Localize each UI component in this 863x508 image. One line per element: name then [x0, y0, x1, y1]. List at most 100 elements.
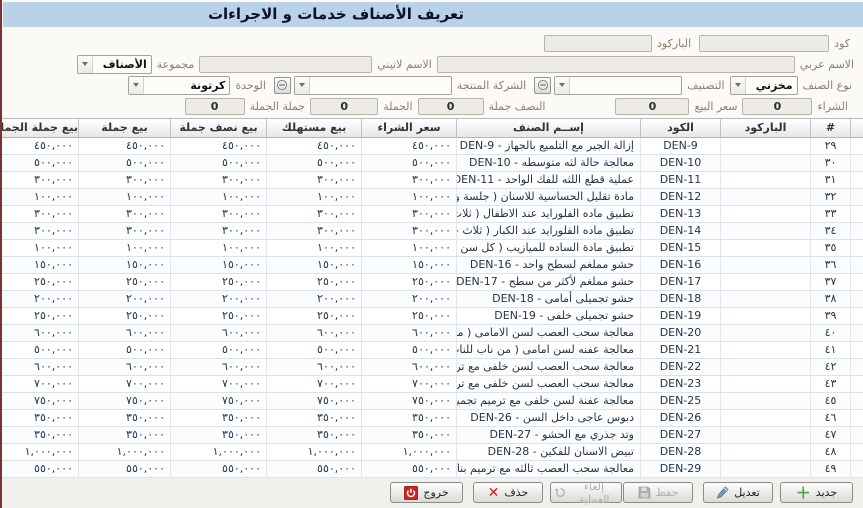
wholesale-price-cell: ١٠٠,٠٠٠: [78, 240, 170, 257]
table-row[interactable]: ٤٥DEN-25معالجة عفنة لسن خلفى مع ترميم تج…: [0, 393, 863, 410]
bulk-wholesale-price-cell: ٢٠٠,٠٠٠: [0, 291, 78, 308]
half-wholesale-price-cell: ٢٥٠,٠٠٠: [170, 274, 266, 291]
table-row[interactable]: ٤٢DEN-22معالجة سحب العصب لسن خلفى مع ترم…: [0, 359, 863, 376]
code-cell: DEN-26: [640, 410, 720, 427]
code-cell: DEN-20: [640, 325, 720, 342]
item-type-select[interactable]: مخزني: [730, 76, 798, 95]
column-header[interactable]: الكود: [640, 119, 720, 138]
wholesale-input[interactable]: [310, 98, 378, 115]
bulk-wholesale-price-cell: ٧٠٠,٠٠٠: [0, 376, 78, 393]
arabic-name-input[interactable]: [437, 56, 795, 73]
row-indicator-cell: [850, 376, 863, 393]
table-row[interactable]: ٤٣DEN-23معالجة سحب العصب لسن خلفى مع ترم…: [0, 376, 863, 393]
latin-name-input[interactable]: [199, 56, 372, 73]
table-row[interactable]: ٢٩DEN-9إزالة الجير مع التلميع بالجهاز - …: [0, 138, 863, 155]
purchase-price-cell: ٣٥٠,٠٠٠: [361, 427, 456, 444]
table-row[interactable]: ٤٨DEN-28تبيض الاسنان للفكين - DEN-28١,٠٠…: [0, 444, 863, 461]
purchase-price-cell: ١٥٠,٠٠٠: [361, 257, 456, 274]
column-header[interactable]: بيع جملة الجملة: [0, 119, 78, 138]
row-number-cell: ٣٥: [810, 240, 850, 257]
barcode-cell: [720, 291, 810, 308]
row-indicator-cell: [850, 172, 863, 189]
sale-price-input[interactable]: [615, 98, 689, 115]
group-label: مجموعة: [157, 58, 195, 71]
barcode-cell: [720, 359, 810, 376]
table-row[interactable]: ٣٥DEN-15تطبيق مادة الساده للميازيب ( كل …: [0, 240, 863, 257]
item-name-cell: معالجة سحب العصب لسن الامامى ( من الناب …: [456, 325, 640, 342]
table-row[interactable]: ٤٦DEN-26دبوس عاجى داخل السن - DEN-26٣٥٠,…: [0, 410, 863, 427]
row-indicator-cell: [850, 325, 863, 342]
window-titlebar: تعريف الأصناف خدمات و الاجراءات: [3, 2, 863, 27]
row-number-cell: ٤٣: [810, 376, 850, 393]
barcode-cell: [720, 257, 810, 274]
consumer-price-cell: ١٥٠,٠٠٠: [266, 257, 361, 274]
row-number-cell: ٣١: [810, 172, 850, 189]
consumer-price-cell: ٥٥٠,٠٠٠: [266, 461, 361, 478]
delete-button[interactable]: ✕ حذف: [473, 482, 543, 503]
unit-selected-value: كرتونة: [144, 79, 229, 92]
producer-add-button[interactable]: [274, 77, 291, 94]
wholesale-price-cell: ٦٠٠,٠٠٠: [78, 325, 170, 342]
purchase-price-cell: ٢٥٠,٠٠٠: [361, 274, 456, 291]
table-row[interactable]: ٤١DEN-21معالجة عفنه لسن امامى ( من ناب ل…: [0, 342, 863, 359]
table-row[interactable]: ٣٦DEN-16حشو مملغم لسطح واحد - DEN-16١٥٠,…: [0, 257, 863, 274]
item-name-cell: حشو تجميلى أمامى - DEN-18: [456, 291, 640, 308]
column-header[interactable]: بيع جملة: [78, 119, 170, 138]
table-row[interactable]: ٤٩DEN-29معالجة سحب العصب ثالثه مع ترميم …: [0, 461, 863, 478]
column-header[interactable]: الباركود: [720, 119, 810, 138]
barcode-cell: [720, 308, 810, 325]
column-header[interactable]: #: [810, 119, 850, 138]
bulk-wholesale-input[interactable]: [185, 98, 245, 115]
item-name-cell: معالجة سحب العصب لسن خلفى مع ترميم معدن.…: [456, 359, 640, 376]
wholesale-price-cell: ٤٥٠,٠٠٠: [78, 138, 170, 155]
consumer-price-cell: ٢٠٠,٠٠٠: [266, 291, 361, 308]
circled-minus-icon: [537, 79, 549, 91]
column-header[interactable]: بيع نصف جملة: [170, 119, 266, 138]
row-indicator-cell: [850, 223, 863, 240]
code-input[interactable]: [699, 35, 829, 52]
table-row[interactable]: ٣٣DEN-13تطبيق ماده الفلورايد عند الاطفال…: [0, 206, 863, 223]
column-header[interactable]: بيع مستهلك: [266, 119, 361, 138]
table-row[interactable]: ٤٧DEN-27وتد جذري مع الحشو - DEN-27٣٥٠,٠٠…: [0, 427, 863, 444]
table-row[interactable]: ٣٤DEN-14تطبيق ماده الفلورايد عند الكبار …: [0, 223, 863, 240]
producer-select[interactable]: [294, 76, 452, 95]
half-wholesale-price-cell: ٢٠٠,٠٠٠: [170, 291, 266, 308]
half-wholesale-price-cell: ٧٠٠,٠٠٠: [170, 376, 266, 393]
new-button[interactable]: ＋ جديد: [780, 482, 853, 503]
edit-button[interactable]: تعديل: [703, 482, 773, 503]
row-indicator-cell: [850, 257, 863, 274]
table-row[interactable]: ٣٨DEN-18حشو تجميلى أمامى - DEN-18٢٠٠,٠٠٠…: [0, 291, 863, 308]
barcode-input[interactable]: [544, 35, 652, 52]
code-cell: DEN-23: [640, 376, 720, 393]
form-row-prices: الشراء سعر البيع النصف جملة الجملة جملة …: [0, 97, 863, 115]
item-form: كود الباركود الاسم عربي الاسم لاتيني مجم…: [0, 27, 863, 115]
table-row[interactable]: ٣٠DEN-10معالجة حالة لثه متوسطه - DEN-10٥…: [0, 155, 863, 172]
item-name-cell: معالجة حالة لثه متوسطه - DEN-10: [456, 155, 640, 172]
group-select[interactable]: الأصناف: [77, 55, 152, 74]
column-header[interactable]: سعر الشراء: [361, 119, 456, 138]
half-wholesale-price-cell: ١٥٠,٠٠٠: [170, 257, 266, 274]
table-row[interactable]: ٣١DEN-11عملية قطع اللثه للفك الواحد - DE…: [0, 172, 863, 189]
row-number-cell: ٣٤: [810, 223, 850, 240]
table-row[interactable]: ٣٢DEN-12مادة تقليل الحساسية للاسنان ( جل…: [0, 189, 863, 206]
table-row[interactable]: ٣٧DEN-17حشو مملغم لأكثر من سطح - DEN-17٢…: [0, 274, 863, 291]
item-name-cell: مادة تقليل الحساسية للاسنان ( جلسة واحده…: [456, 189, 640, 206]
purchase-input[interactable]: [742, 98, 812, 115]
edit-button-label: تعديل: [734, 486, 760, 499]
table-row[interactable]: ٤٠DEN-20معالجة سحب العصب لسن الامامى ( م…: [0, 325, 863, 342]
unit-select[interactable]: كرتونة: [128, 76, 230, 95]
barcode-cell: [720, 444, 810, 461]
table-row[interactable]: ٣٩DEN-19حشو تجميلى خلفى - DEN-19٢٥٠,٠٠٠٢…: [0, 308, 863, 325]
bulk-wholesale-price-cell: ٦٠٠,٠٠٠: [0, 325, 78, 342]
wholesale-price-cell: ٥٠٠,٠٠٠: [78, 155, 170, 172]
row-number-cell: ٣٦: [810, 257, 850, 274]
classification-add-button[interactable]: [534, 77, 551, 94]
row-number-cell: ٤١: [810, 342, 850, 359]
exit-button[interactable]: خروج: [390, 482, 463, 503]
column-header[interactable]: إســم الصنف: [456, 119, 640, 138]
half-wholesale-input[interactable]: [418, 98, 484, 115]
consumer-price-cell: ٢٥٠,٠٠٠: [266, 308, 361, 325]
row-indicator-cell: [850, 410, 863, 427]
classification-select[interactable]: [554, 76, 682, 95]
purchase-price-cell: ٣٠٠,٠٠٠: [361, 206, 456, 223]
